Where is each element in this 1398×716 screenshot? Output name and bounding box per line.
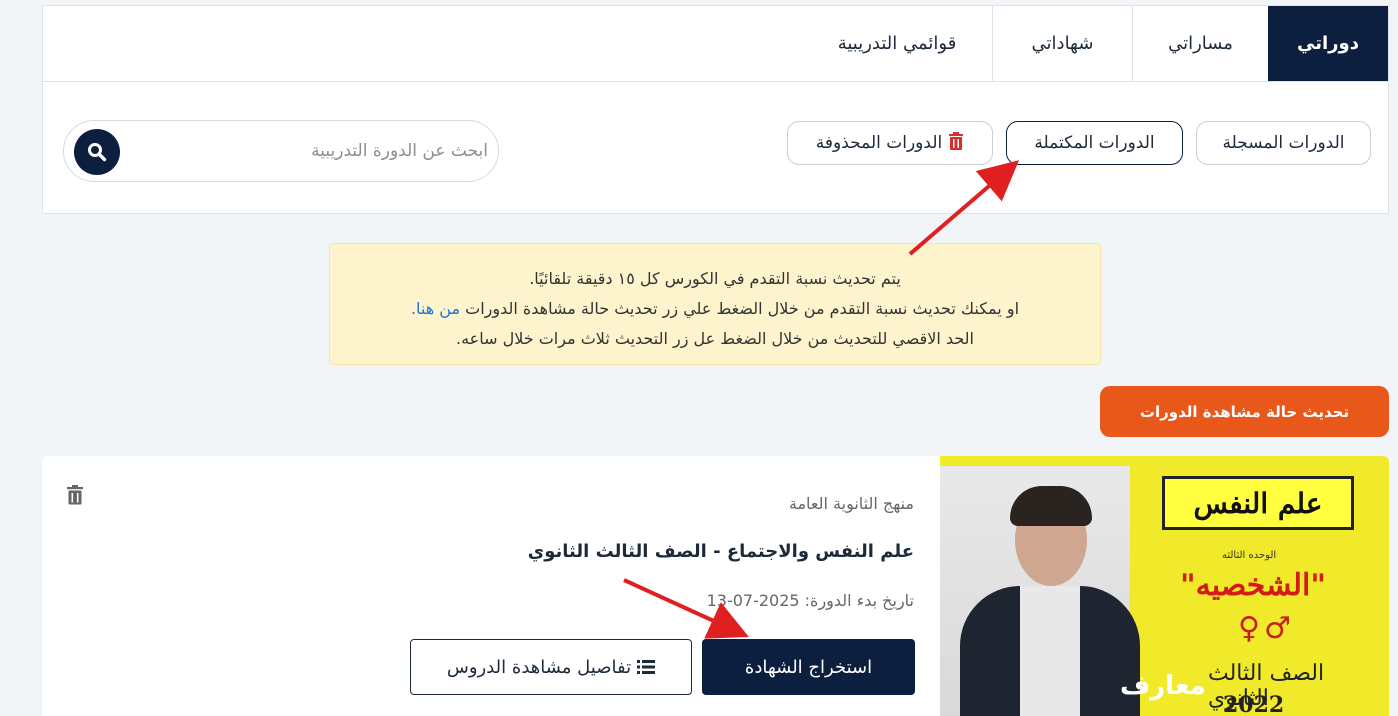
tab-my-courses[interactable]: دوراتي: [1268, 6, 1388, 81]
course-card: علم النفس الوحده الثالثه "الشخصيه" ♀♂ ال…: [42, 456, 1389, 716]
tab-my-training-lists[interactable]: قوائمي التدريبية: [802, 6, 992, 81]
filter-completed-label: الدورات المكتملة: [1034, 133, 1155, 153]
course-thumbnail[interactable]: علم النفس الوحده الثالثه "الشخصيه" ♀♂ ال…: [940, 456, 1389, 716]
notice-line-3: الحد الاقصي للتحديث من خلال الضغط عل زر …: [456, 329, 974, 348]
people-icon: ♀♂: [1238, 611, 1295, 646]
search-icon: [88, 143, 107, 162]
courses-panel: دوراتي مساراتي شهاداتي قوائمي التدريبية …: [42, 5, 1389, 214]
thumbnail-topic: "الشخصيه": [1180, 568, 1327, 603]
thumbnail-year: 2022: [1223, 692, 1285, 716]
delete-course-button[interactable]: [66, 485, 84, 509]
details-button-label: تفاصيل مشاهدة الدروس: [446, 656, 632, 678]
filter-deleted-label: الدورات المحذوفة: [815, 133, 943, 153]
search-input[interactable]: [158, 133, 488, 169]
extract-certificate-button[interactable]: استخراج الشهادة: [702, 639, 915, 695]
notice-line-2: او يمكنك تحديث نسبة التقدم من خلال الضغط…: [330, 294, 1100, 324]
filter-registered-label: الدورات المسجلة: [1222, 133, 1345, 153]
course-curriculum: منهج الثانوية العامة: [788, 494, 914, 513]
filter-deleted-courses[interactable]: الدورات المحذوفة: [787, 121, 993, 165]
search-button[interactable]: [74, 129, 120, 175]
notice-here-link[interactable]: من هنا.: [411, 299, 460, 318]
progress-notice: يتم تحديث نسبة التقدم في الكورس كل ١٥ دق…: [329, 243, 1101, 365]
thumbnail-unit: الوحده الثالثه: [1222, 550, 1277, 561]
list-icon: [637, 660, 656, 674]
trash-icon: [67, 485, 83, 505]
lesson-watch-details-button[interactable]: تفاصيل مشاهدة الدروس: [410, 639, 692, 695]
course-title[interactable]: علم النفس والاجتماع - الصف الثالث الثانو…: [528, 541, 914, 562]
notice-line-1: يتم تحديث نسبة التقدم في الكورس كل ١٥ دق…: [529, 269, 901, 288]
course-start-date: تاريخ بدء الدورة: 2025-07-13: [706, 591, 914, 610]
maaref-logo: معارف: [1120, 671, 1206, 701]
tab-my-paths[interactable]: مساراتي: [1132, 6, 1268, 81]
search-box: [63, 120, 499, 182]
refresh-watch-status-button[interactable]: تحديث حالة مشاهدة الدورات: [1100, 386, 1389, 437]
instructor-photo: [940, 466, 1140, 716]
tab-bar: دوراتي مساراتي شهاداتي قوائمي التدريبية: [43, 6, 1388, 82]
thumbnail-title: علم النفس: [1162, 476, 1354, 530]
filter-registered-courses[interactable]: الدورات المسجلة: [1196, 121, 1371, 165]
notice-line-2-text: او يمكنك تحديث نسبة التقدم من خلال الضغط…: [465, 299, 1020, 318]
tab-my-certificates[interactable]: شهاداتي: [992, 6, 1132, 81]
trash-icon: [948, 131, 964, 155]
filter-completed-courses[interactable]: الدورات المكتملة: [1006, 121, 1183, 165]
